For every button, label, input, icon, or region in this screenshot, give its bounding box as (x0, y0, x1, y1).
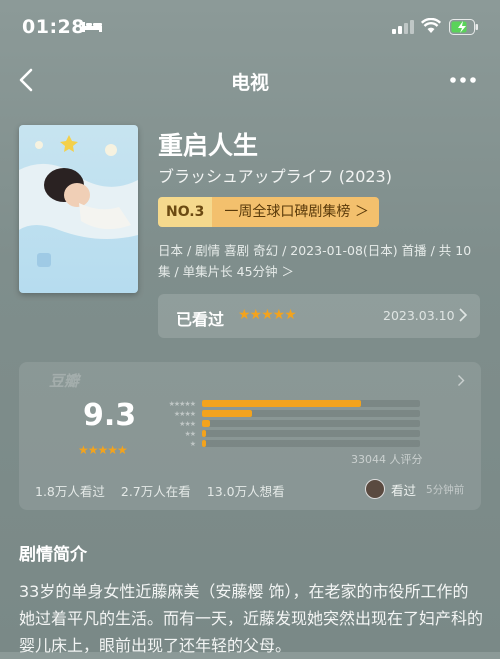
audience-stats: 1.8万人看过 2.7万人在看 13.0万人想看 (35, 481, 295, 500)
row-stars-label: ★★★★ (173, 410, 196, 418)
poster-image (19, 125, 138, 293)
row-stars-label: ★★★ (179, 420, 196, 428)
row-fill (202, 410, 252, 417)
seen-count: 1.8万人看过 (35, 484, 105, 499)
status-time: 01:28 (22, 16, 85, 38)
rater-count: 33044 人评分 (351, 453, 423, 466)
watched-date: 2023.03.10 (383, 308, 455, 323)
rating-score: 9.3 (83, 398, 137, 433)
rank-badge[interactable]: NO.3 一周全球口碑剧集榜 ＞ (158, 197, 379, 227)
row-track (202, 440, 420, 447)
my-rating-stars: ★★★★★ (238, 307, 297, 323)
show-poster[interactable] (19, 125, 138, 293)
original-title: ブラッシュアップライフ (2023) (158, 167, 392, 186)
friend-activity[interactable]: 看过 5分钟前 (365, 479, 464, 499)
rating-card[interactable]: 豆瓣 9.3 ★★★★★ ★★★★★ ★★★★ ★★★ ★★ ★ 33044 人… (19, 362, 481, 510)
row-stars-label: ★★★★★ (168, 400, 196, 408)
row-stars-label: ★ (189, 440, 196, 448)
nav-bar: 电视 (0, 56, 500, 104)
row-track (202, 430, 420, 437)
battery-charging-icon (449, 19, 478, 35)
bed-icon (82, 22, 102, 32)
row-track (202, 420, 420, 427)
rank-list-link: 一周全球口碑剧集榜 ＞ (212, 197, 379, 227)
friend-time: 5分钟前 (426, 483, 465, 496)
row-stars-label: ★★ (184, 430, 196, 438)
wifi-icon (421, 18, 441, 33)
watched-label: 已看过 (176, 310, 225, 329)
show-meta-info[interactable]: 日本 / 剧情 喜剧 奇幻 / 2023-01-08(日本) 首播 / 共 10… (158, 240, 478, 282)
row-fill (202, 430, 206, 437)
more-options-icon[interactable] (448, 68, 478, 92)
friend-avatar (365, 479, 385, 499)
douban-logo: 豆瓣 (49, 372, 80, 390)
show-title: 重启人生 (158, 131, 259, 160)
watching-count: 2.7万人在看 (120, 484, 191, 499)
page-title: 电视 (230, 72, 269, 94)
friend-action: 看过 (391, 482, 417, 498)
want-count: 13.0万人想看 (206, 484, 285, 499)
watched-status-bar[interactable]: 已看过 ★★★★★ 2023.03.10 (158, 294, 480, 338)
rank-number: NO.3 (158, 197, 213, 227)
row-fill (202, 420, 210, 427)
signal-icon (392, 20, 414, 34)
row-fill (202, 400, 361, 407)
synopsis-heading: 剧情简介 (19, 545, 87, 565)
rating-stars: ★★★★★ (78, 443, 128, 457)
row-fill (202, 440, 206, 447)
synopsis-text[interactable]: 33岁的单身女性近藤麻美（安藤樱 饰），在老家的市役所工作的她过着平凡的生活。而… (19, 578, 484, 659)
chevron-right-icon (459, 308, 468, 322)
chevron-right-icon (458, 375, 465, 386)
status-bar: 01:28 (0, 0, 500, 52)
